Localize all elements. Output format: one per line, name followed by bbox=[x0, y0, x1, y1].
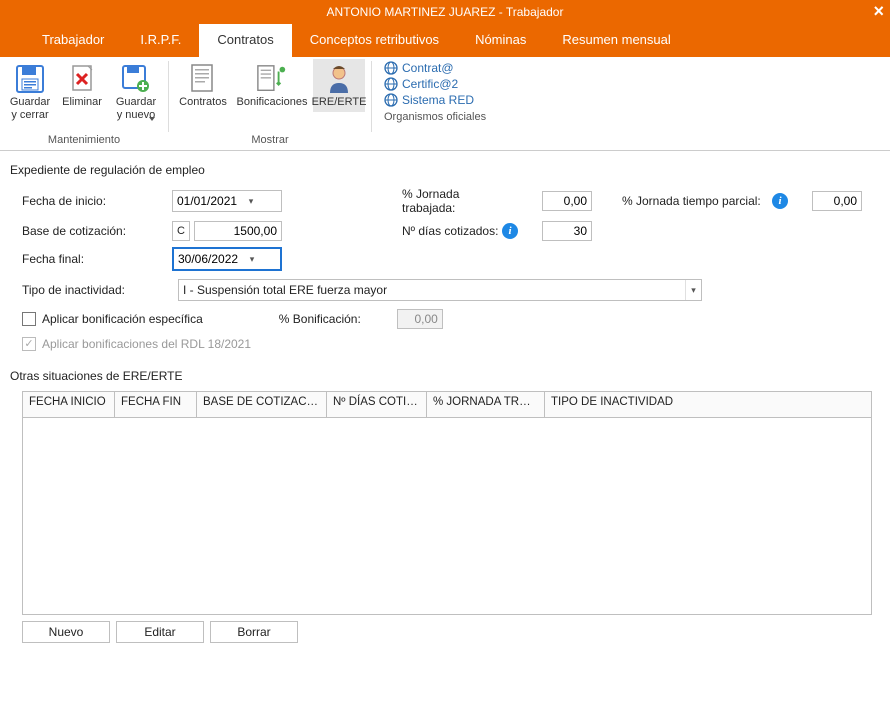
base-cotizacion-label: Base de cotización: bbox=[22, 224, 172, 238]
ere-erte-button[interactable]: ERE/ERTE bbox=[313, 59, 365, 112]
section-title: Expediente de regulación de empleo bbox=[10, 163, 880, 177]
tab-trabajador[interactable]: Trabajador bbox=[24, 24, 122, 57]
tab-conceptos[interactable]: Conceptos retributivos bbox=[292, 24, 457, 57]
organismos-list: Contrat@ Certific@2 Sistema RED bbox=[378, 59, 480, 109]
c-button[interactable]: C bbox=[172, 221, 190, 241]
tipo-inactividad-label: Tipo de inactividad: bbox=[22, 283, 178, 297]
bonif-rdl-label: Aplicar bonificaciones del RDL 18/2021 bbox=[42, 337, 251, 351]
group-label-organismos: Organismos oficiales bbox=[378, 109, 486, 125]
editar-button[interactable]: Editar bbox=[116, 621, 204, 643]
pct-bonificacion-label: % Bonificación: bbox=[279, 312, 361, 326]
col-fecha-fin[interactable]: FECHA FIN bbox=[115, 392, 197, 417]
info-icon: i bbox=[502, 223, 518, 239]
pct-bonificacion-input bbox=[397, 309, 443, 329]
tab-nominas[interactable]: Nóminas bbox=[457, 24, 544, 57]
group-label-mostrar: Mostrar bbox=[175, 132, 365, 148]
contratos-label: Contratos bbox=[179, 96, 227, 109]
nuevo-button[interactable]: Nuevo bbox=[22, 621, 110, 643]
link-certific-label: Certific@2 bbox=[402, 77, 458, 91]
link-sistema-red[interactable]: Sistema RED bbox=[384, 93, 474, 107]
globe-icon bbox=[384, 93, 398, 107]
fecha-final-input[interactable] bbox=[174, 251, 244, 267]
chevron-down-icon[interactable]: ▾ bbox=[243, 196, 259, 207]
document-icon bbox=[187, 62, 219, 96]
subsection-title: Otras situaciones de ERE/ERTE bbox=[10, 369, 880, 383]
col-dias-cotiz[interactable]: Nº DÍAS COTIZ... bbox=[327, 392, 427, 417]
link-sistema-red-label: Sistema RED bbox=[402, 93, 474, 107]
col-fecha-inicio[interactable]: FECHA INICIO bbox=[23, 392, 115, 417]
bonif-especifica-checkbox[interactable] bbox=[22, 312, 36, 326]
fecha-inicio-field[interactable]: ▾ bbox=[172, 190, 282, 212]
tab-contratos[interactable]: Contratos bbox=[199, 24, 291, 57]
link-contrata-label: Contrat@ bbox=[402, 61, 454, 75]
save-new-icon bbox=[120, 62, 152, 96]
base-cotizacion-input[interactable] bbox=[194, 221, 282, 241]
col-base-cotizacion[interactable]: BASE DE COTIZACIÓN bbox=[197, 392, 327, 417]
bonif-especifica-label: Aplicar bonificación específica bbox=[42, 312, 203, 326]
chevron-down-icon[interactable]: ▾ bbox=[244, 254, 260, 265]
tab-irpf[interactable]: I.R.P.F. bbox=[122, 24, 199, 57]
tipo-inactividad-select[interactable]: I - Suspensión total ERE fuerza mayor ▾ bbox=[178, 279, 702, 301]
jornada-trabajada-label: % Jornada trabajada: bbox=[402, 187, 502, 215]
fecha-final-field[interactable]: ▾ bbox=[172, 247, 282, 271]
close-icon[interactable]: × bbox=[873, 0, 884, 22]
contratos-button[interactable]: Contratos bbox=[175, 59, 231, 112]
grid-body[interactable] bbox=[23, 418, 871, 614]
info-icon: i bbox=[772, 193, 788, 209]
dias-cotizados-label: Nº días cotizados: bbox=[402, 224, 502, 238]
window-title: ANTONIO MARTINEZ JUAREZ - Trabajador bbox=[327, 5, 564, 19]
grid-buttons: Nuevo Editar Borrar bbox=[22, 621, 880, 643]
col-tipo-inactividad[interactable]: TIPO DE INACTIVIDAD bbox=[545, 392, 871, 417]
person-icon bbox=[323, 62, 355, 96]
bonif-especifica-row: Aplicar bonificación específica % Bonifi… bbox=[22, 309, 880, 329]
bonificaciones-button[interactable]: Bonificaciones bbox=[235, 59, 309, 112]
dias-cotizados-input[interactable] bbox=[542, 221, 592, 241]
chevron-down-icon[interactable]: ▾ bbox=[685, 280, 701, 300]
delete-button[interactable]: Eliminar bbox=[58, 59, 106, 112]
globe-icon bbox=[384, 77, 398, 91]
jornada-parcial-label: % Jornada tiempo parcial: bbox=[622, 194, 772, 208]
jornada-parcial-input[interactable] bbox=[812, 191, 862, 211]
form-grid: Fecha de inicio: ▾ % Jornada trabajada: … bbox=[22, 187, 880, 271]
fecha-final-label: Fecha final: bbox=[22, 252, 172, 266]
fecha-inicio-label: Fecha de inicio: bbox=[22, 194, 172, 208]
ribbon: Guardar y cerrar Eliminar Guardar y nuev… bbox=[0, 57, 890, 151]
ribbon-group-mantenimiento: Guardar y cerrar Eliminar Guardar y nuev… bbox=[0, 57, 168, 150]
fecha-inicio-input[interactable] bbox=[173, 193, 243, 209]
delete-icon bbox=[66, 62, 98, 96]
ere-erte-label: ERE/ERTE bbox=[312, 96, 367, 109]
delete-label: Eliminar bbox=[62, 96, 102, 109]
borrar-button[interactable]: Borrar bbox=[210, 621, 298, 643]
main-tabs: Trabajador I.R.P.F. Contratos Conceptos … bbox=[0, 24, 890, 57]
save-close-icon bbox=[14, 62, 46, 96]
save-close-label: Guardar y cerrar bbox=[10, 96, 50, 122]
bonificaciones-label: Bonificaciones bbox=[237, 96, 308, 109]
bonificaciones-icon bbox=[256, 62, 288, 96]
link-certific[interactable]: Certific@2 bbox=[384, 77, 474, 91]
situaciones-grid[interactable]: FECHA INICIO FECHA FIN BASE DE COTIZACIÓ… bbox=[22, 391, 872, 615]
jornada-trabajada-input[interactable] bbox=[542, 191, 592, 211]
ribbon-group-organismos: Contrat@ Certific@2 Sistema RED Organism… bbox=[372, 57, 492, 150]
bonif-rdl-row: Aplicar bonificaciones del RDL 18/2021 bbox=[22, 337, 880, 351]
titlebar: ANTONIO MARTINEZ JUAREZ - Trabajador × bbox=[0, 0, 890, 24]
grid-header: FECHA INICIO FECHA FIN BASE DE COTIZACIÓ… bbox=[23, 392, 871, 418]
globe-icon bbox=[384, 61, 398, 75]
save-new-button[interactable]: Guardar y nuevo bbox=[110, 59, 162, 125]
tipo-inactividad-value: I - Suspensión total ERE fuerza mayor bbox=[183, 283, 387, 297]
content-area: Expediente de regulación de empleo Fecha… bbox=[0, 151, 890, 653]
ribbon-group-mostrar: Contratos Bonificaciones ERE/ERTE Mostra… bbox=[169, 57, 371, 150]
chevron-down-icon bbox=[149, 117, 155, 121]
link-contrata[interactable]: Contrat@ bbox=[384, 61, 474, 75]
group-label-mantenimiento: Mantenimiento bbox=[6, 132, 162, 148]
tab-resumen[interactable]: Resumen mensual bbox=[544, 24, 688, 57]
col-jornada-trab[interactable]: % JORNADA TRAB... bbox=[427, 392, 545, 417]
bonif-rdl-checkbox bbox=[22, 337, 36, 351]
tipo-inactividad-row: Tipo de inactividad: I - Suspensión tota… bbox=[22, 279, 880, 301]
save-close-button[interactable]: Guardar y cerrar bbox=[6, 59, 54, 125]
